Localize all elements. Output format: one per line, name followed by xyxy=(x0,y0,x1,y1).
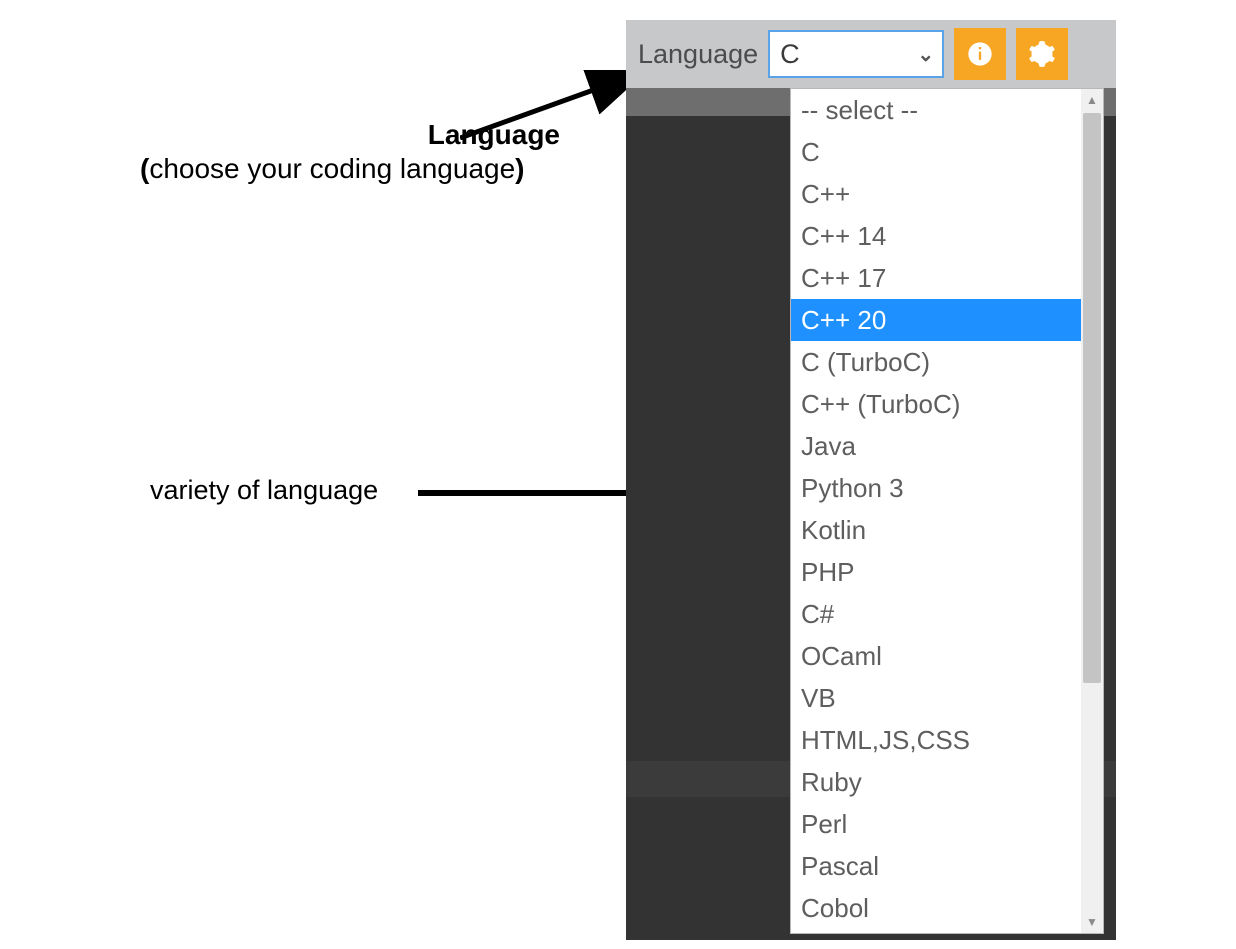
language-option[interactable]: Cobol xyxy=(791,887,1081,929)
language-dropdown-list[interactable]: -- select --CC++C++ 14C++ 17C++ 20C (Tur… xyxy=(791,89,1081,933)
language-option[interactable]: -- select -- xyxy=(791,89,1081,131)
info-icon xyxy=(966,40,994,68)
language-option[interactable]: C xyxy=(791,131,1081,173)
language-option[interactable]: OCaml xyxy=(791,635,1081,677)
language-option[interactable]: C (TurboC) xyxy=(791,341,1081,383)
editor-toolbar: Language C ⌄ xyxy=(626,20,1116,88)
language-select-value: C xyxy=(780,39,917,70)
annotation-variety: variety of language xyxy=(150,475,378,506)
chevron-down-icon: ⌄ xyxy=(917,42,934,67)
scrollbar-up-icon[interactable]: ▲ xyxy=(1081,89,1103,111)
language-option[interactable]: HTML,JS,CSS xyxy=(791,719,1081,761)
annotation-language-sub: (choose your coding language) xyxy=(80,152,580,186)
language-option[interactable]: C++ 14 xyxy=(791,215,1081,257)
editor-panel: Language C ⌄ -- select --CC++C++ 14C++ 1… xyxy=(626,20,1116,940)
annotation-language: Language (choose your coding language) xyxy=(80,118,580,185)
gear-icon xyxy=(1028,40,1056,68)
language-option[interactable]: C++ (TurboC) xyxy=(791,383,1081,425)
scrollbar-down-icon[interactable]: ▼ xyxy=(1081,911,1103,933)
language-dropdown[interactable]: -- select --CC++C++ 14C++ 17C++ 20C (Tur… xyxy=(790,88,1104,934)
language-option[interactable]: C++ xyxy=(791,173,1081,215)
language-option[interactable]: Ruby xyxy=(791,761,1081,803)
language-label: Language xyxy=(638,39,758,70)
language-option[interactable]: Java xyxy=(791,425,1081,467)
scrollbar-thumb[interactable] xyxy=(1083,113,1101,683)
language-option[interactable]: PHP xyxy=(791,551,1081,593)
language-option[interactable]: Kotlin xyxy=(791,509,1081,551)
annotation-language-title: Language xyxy=(80,118,580,152)
language-select[interactable]: C ⌄ xyxy=(768,30,944,78)
scrollbar[interactable]: ▲ ▼ xyxy=(1081,89,1103,933)
language-option[interactable]: C++ 20 xyxy=(791,299,1081,341)
language-option[interactable]: Perl xyxy=(791,803,1081,845)
language-option[interactable]: Pascal xyxy=(791,845,1081,887)
language-option[interactable]: VB xyxy=(791,677,1081,719)
settings-button[interactable] xyxy=(1016,28,1068,80)
language-option[interactable]: C# xyxy=(791,593,1081,635)
language-option[interactable]: C++ 17 xyxy=(791,257,1081,299)
language-option[interactable]: Python 3 xyxy=(791,467,1081,509)
info-button[interactable] xyxy=(954,28,1006,80)
